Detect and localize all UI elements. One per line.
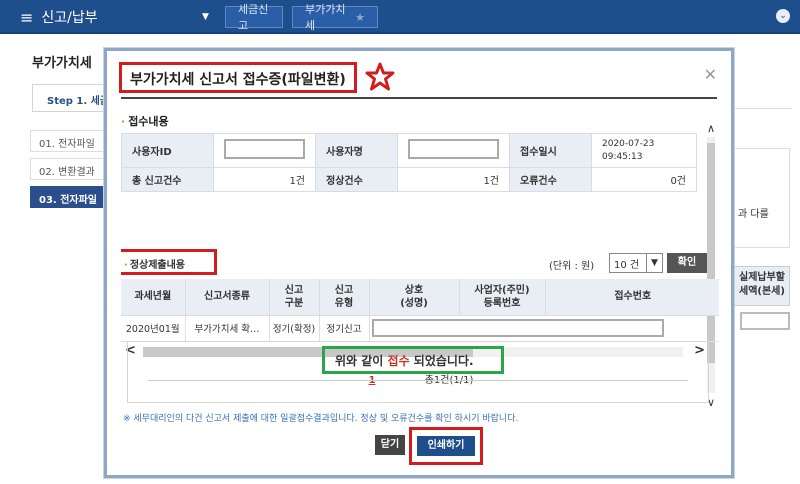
expand-circle-icon[interactable]: ⌄	[776, 9, 790, 23]
masked-field	[224, 139, 305, 159]
submission-table: 과세년월 신고서종류 신고 구분 신고 유형 상호 (성명) 사업자(주민) 등록번호 …	[121, 279, 719, 342]
side-step-3[interactable]: 03. 전자파일	[30, 186, 108, 208]
user-id-label: 사용자ID	[121, 133, 214, 168]
total-count-value: 1건	[213, 167, 316, 192]
breadcrumb-tax-filing[interactable]: 세금신고	[225, 3, 283, 32]
col-business-name: 상호 (성명)	[369, 279, 460, 316]
breadcrumb-vat[interactable]: 부가가치세 ★	[292, 3, 378, 32]
confirm-button[interactable]: 확인	[667, 253, 707, 273]
side-step-1[interactable]: 01. 전자파일	[30, 130, 108, 152]
main-menu[interactable]: ≡ 신고/납부 ▼	[20, 0, 220, 34]
page-title: 부가가치세	[32, 56, 92, 71]
section-normal-label: · 정상제출내용	[121, 249, 217, 275]
user-name-label: 사용자명	[315, 133, 398, 168]
col-tax-month: 과세년월	[121, 279, 186, 316]
hamburger-icon: ≡	[20, 7, 34, 27]
unit-label: (단위 : 원)	[549, 261, 595, 272]
step-tab[interactable]: Step 1. 세금	[32, 84, 112, 112]
favorite-star-icon[interactable]: ★	[355, 11, 365, 24]
normal-count-label: 정상건수	[315, 167, 398, 192]
normal-count-value: 1건	[397, 167, 510, 192]
notice-text: ※ 세무대리인의 다건 신고서 제출에 대한 일괄접수결과입니다. 정상 및 오…	[123, 414, 519, 424]
col-registration-no: 사업자(주민) 등록번호	[459, 279, 546, 316]
cell-masked	[369, 315, 719, 342]
info-panel	[734, 148, 790, 248]
close-icon[interactable]: ✕	[704, 65, 717, 84]
menu-label: 신고/납부	[41, 10, 98, 26]
received-label: 접수일시	[509, 133, 592, 168]
caret-down-icon: ▼	[202, 12, 209, 22]
dialog-title: 부가가치세 신고서 접수증(파일변환)	[119, 62, 357, 93]
received-time: 09:45:13	[602, 151, 643, 162]
top-nav-bar: ≡ 신고/납부 ▼ 세금신고 부가가치세 ★ ⌄	[0, 0, 800, 34]
masked-field	[371, 319, 664, 337]
divider	[148, 380, 688, 381]
user-id-value	[213, 133, 316, 168]
col-filing-type: 신고 유형	[319, 279, 370, 316]
info-text: 과 다를	[738, 209, 769, 220]
received-date: 2020-07-23	[602, 138, 655, 149]
bullet-icon: ·	[124, 260, 128, 271]
per-page-select[interactable]: 10 건 ▼	[609, 253, 663, 273]
title-divider	[121, 97, 717, 99]
col-receipt-no: 접수번호	[545, 279, 719, 316]
cell-tax-month: 2020년01월	[121, 315, 186, 342]
error-count-value: 0건	[591, 167, 697, 192]
result-message: 위와 같이 접수 되었습니다.	[322, 346, 504, 374]
cell-filing-type: 정기신고	[319, 315, 370, 342]
col-form-type: 신고서종류	[185, 279, 270, 316]
table-row[interactable]: 2020년01월 부가가치세 확… 정기(확정) 정기신고	[121, 315, 719, 342]
user-name-value	[397, 133, 510, 168]
print-highlight: 인쇄하기	[409, 427, 483, 465]
breadcrumb-label: 세금신고	[238, 3, 269, 32]
cell-form-type: 부가가치세 확…	[185, 315, 270, 342]
per-page-value: 10 건	[614, 260, 640, 271]
print-button[interactable]: 인쇄하기	[417, 436, 475, 456]
side-step-2[interactable]: 02. 변환결과	[30, 158, 108, 180]
result-panel: 위와 같이 접수 되었습니다.	[127, 341, 709, 403]
masked-field	[408, 139, 499, 159]
total-count-label: 총 신고건수	[121, 167, 214, 192]
cell-filing-kind: 정기(확정)	[269, 315, 320, 342]
received-datetime: 2020-07-23 09:45:13	[591, 133, 697, 168]
receipt-dialog: 부가가치세 신고서 접수증(파일변환) ✕ ∧ ∨ · 접수내용 사용자ID 사용…	[104, 48, 734, 478]
bullet-icon: ·	[121, 115, 126, 128]
close-button[interactable]: 닫기	[375, 435, 405, 455]
star-icon	[365, 62, 395, 91]
tax-input[interactable]	[740, 312, 790, 330]
chevron-down-icon: ▼	[646, 254, 662, 272]
tax-header: 실제납부할 세액(본세)	[734, 266, 790, 306]
breadcrumb-label: 부가가치세	[305, 3, 346, 32]
receipt-info-table: 사용자ID 사용자명 접수일시 2020-07-23 09:45:13 총 신고…	[121, 133, 697, 192]
section-receipt-label: · 접수내용	[121, 115, 169, 128]
col-filing-kind: 신고 구분	[269, 279, 320, 316]
error-count-label: 오류건수	[509, 167, 592, 192]
